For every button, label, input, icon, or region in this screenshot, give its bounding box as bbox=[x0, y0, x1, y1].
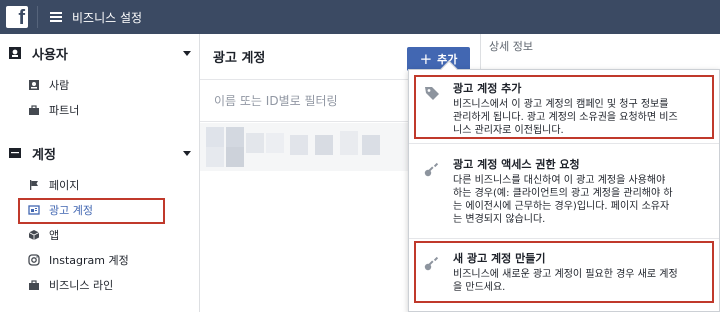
key-icon bbox=[423, 160, 441, 178]
menu-divider bbox=[409, 238, 719, 239]
facebook-logo[interactable]: f bbox=[6, 6, 28, 29]
sidebar-item-apps[interactable]: 앱 bbox=[0, 222, 199, 247]
sidebar-item-people[interactable]: 사람 bbox=[0, 72, 199, 97]
top-bar: f 비즈니스 설정 bbox=[0, 0, 720, 34]
sidebar-item-instagram[interactable]: Instagram 계정 bbox=[0, 247, 199, 272]
highlight-box bbox=[414, 241, 714, 303]
briefcase-icon bbox=[28, 279, 40, 291]
menu-divider bbox=[409, 143, 719, 144]
add-button[interactable]: + 추가 bbox=[407, 47, 470, 71]
briefcase-icon bbox=[28, 104, 40, 116]
menu-item-request-access[interactable]: 광고 계정 액세스 권한 요청 다른 비즈니스를 대신하여 이 광고 계정을 사… bbox=[409, 156, 719, 226]
page-title: 비즈니스 설정 bbox=[72, 10, 143, 25]
cube-icon bbox=[28, 229, 40, 241]
sidebar-item-partners[interactable]: 파트너 bbox=[0, 97, 199, 122]
instagram-icon bbox=[28, 253, 40, 266]
highlight-box bbox=[414, 75, 714, 139]
menu-icon[interactable] bbox=[50, 12, 62, 22]
sidebar-item-business-lines[interactable]: 비즈니스 라인 bbox=[0, 272, 199, 297]
flag-icon bbox=[28, 179, 40, 191]
sidebar-section-users[interactable]: 사용자 bbox=[0, 34, 199, 72]
users-icon bbox=[8, 46, 22, 60]
add-menu: 광고 계정 추가 비즈니스에서 이 광고 계정의 캠페인 및 청구 정보를 관리하… bbox=[408, 60, 720, 312]
details-title: 상세 정보 bbox=[489, 40, 533, 53]
chevron-down-icon[interactable] bbox=[183, 150, 191, 156]
folder-icon bbox=[8, 146, 22, 160]
person-icon bbox=[28, 79, 40, 91]
chevron-down-icon[interactable] bbox=[183, 50, 191, 56]
plus-icon: + bbox=[419, 49, 433, 68]
topbar-divider bbox=[37, 6, 38, 28]
sidebar-item-pages[interactable]: 페이지 bbox=[0, 172, 199, 197]
sidebar-section-accounts[interactable]: 계정 bbox=[0, 134, 199, 172]
highlight-box bbox=[18, 198, 165, 224]
sidebar: 사용자 사람 파트너 계정 페이지 광고 계정 앱 Instagram 계정 비… bbox=[0, 34, 200, 312]
